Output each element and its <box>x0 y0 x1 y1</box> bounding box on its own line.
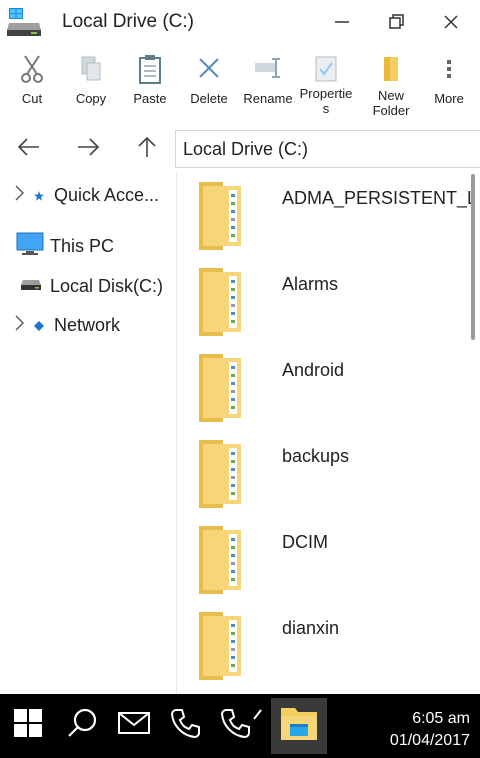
rename-icon <box>251 50 285 88</box>
copy-icon <box>74 50 108 88</box>
sidebar-item-local-disk[interactable]: Local Disk(C:) <box>20 276 163 297</box>
properties-label-line2: s <box>322 101 330 116</box>
network-icon <box>34 315 44 336</box>
list-item[interactable]: ADMA_PERSISTENT_L <box>177 174 480 260</box>
list-item[interactable]: DCIM <box>177 518 480 604</box>
properties-icon <box>309 50 343 88</box>
clock-date: 01/04/2017 <box>389 732 470 749</box>
chevron-right-icon <box>14 184 26 207</box>
rename-label: Rename <box>243 91 293 106</box>
folder-icon <box>195 180 247 252</box>
file-name: dianxin <box>282 618 340 638</box>
close-button[interactable] <box>431 6 471 38</box>
navigation-pane: Quick Acce... This PC Local Disk(C:) Net… <box>0 172 175 694</box>
folder-icon <box>195 438 247 510</box>
sidebar-item-quick-access[interactable]: Quick Acce... <box>14 184 159 207</box>
rename-button[interactable]: Rename <box>239 50 297 126</box>
ribbon-toolbar: Cut Copy Paste Delete Rename Propertie s <box>0 50 480 126</box>
properties-button[interactable]: Propertie s <box>297 50 355 126</box>
sidebar-item-label: Quick Acce... <box>54 185 160 205</box>
more-vertical-icon <box>432 50 466 88</box>
new-folder-label-line2: Folder <box>372 103 410 118</box>
more-label: More <box>434 91 464 106</box>
star-icon <box>34 185 44 206</box>
call-log-button[interactable] <box>216 702 268 748</box>
arrow-right-icon <box>76 137 100 162</box>
properties-label-line1: Propertie <box>299 86 353 101</box>
start-button[interactable] <box>8 702 48 748</box>
file-name: Alarms <box>282 274 339 294</box>
copy-button[interactable]: Copy <box>62 50 120 126</box>
file-list-pane: ADMA_PERSISTENT_L Alarms Android backups… <box>176 172 480 694</box>
address-bar[interactable]: Local Drive (C:) <box>175 130 480 168</box>
chevron-right-icon <box>14 314 26 337</box>
cut-label: Cut <box>21 91 43 106</box>
new-folder-button[interactable]: New Folder <box>362 50 420 126</box>
search-button[interactable] <box>60 702 104 748</box>
folder-icon <box>195 266 247 338</box>
sidebar-item-label: Local Disk(C:) <box>50 276 164 296</box>
phone-icon <box>170 707 202 744</box>
restore-button[interactable] <box>376 6 416 38</box>
vertical-scrollbar[interactable] <box>471 174 475 340</box>
list-item[interactable]: Android <box>177 346 480 432</box>
window-title: Local Drive (C:) <box>62 11 194 32</box>
new-folder-icon <box>374 50 408 88</box>
file-name: Android <box>282 360 345 380</box>
properties-label: Propertie s <box>300 86 353 116</box>
drive-icon <box>20 276 42 297</box>
cut-button[interactable]: Cut <box>3 50 61 126</box>
mail-button[interactable] <box>112 702 156 748</box>
more-button[interactable]: More <box>420 50 478 126</box>
list-item[interactable]: Alarms <box>177 260 480 346</box>
drive-app-icon <box>7 8 41 38</box>
file-name: backups <box>282 446 350 466</box>
title-bar: Local Drive (C:) <box>0 0 480 46</box>
folder-icon <box>195 524 247 596</box>
forward-button[interactable] <box>71 132 105 166</box>
scissors-icon <box>15 50 49 88</box>
phone-outgoing-icon <box>220 707 264 744</box>
windows-logo-icon <box>13 708 43 743</box>
clipboard-icon <box>133 50 167 88</box>
list-item[interactable]: dianxin <box>177 604 480 690</box>
clock-time: 6:05 am <box>412 710 470 727</box>
sidebar-item-network[interactable]: Network <box>14 314 120 337</box>
folder-icon <box>195 352 247 424</box>
file-explorer-taskbar-button[interactable] <box>271 698 327 754</box>
sidebar-item-label: Network <box>54 315 121 335</box>
paste-button[interactable]: Paste <box>121 50 179 126</box>
back-button[interactable] <box>12 132 46 166</box>
delete-button[interactable]: Delete <box>180 50 238 126</box>
up-button[interactable] <box>130 132 164 166</box>
copy-label: Copy <box>75 91 107 106</box>
arrow-left-icon <box>17 137 41 162</box>
minimize-button[interactable] <box>322 6 362 38</box>
phone-button[interactable] <box>166 702 206 748</box>
navigation-row: Local Drive (C:) <box>0 128 480 170</box>
file-explorer-icon <box>277 704 321 749</box>
file-name: ADMA_PERSISTENT_L <box>282 188 472 208</box>
new-folder-label-line1: New <box>377 88 404 103</box>
delete-x-icon <box>192 50 226 88</box>
system-clock[interactable]: 6:05 am 01/04/2017 <box>390 708 470 752</box>
sidebar-item-this-pc[interactable]: This PC <box>16 232 114 261</box>
mail-icon <box>117 710 151 741</box>
paste-label: Paste <box>133 91 167 106</box>
taskbar: 6:05 am 01/04/2017 <box>0 694 480 758</box>
file-name: DCIM <box>282 532 328 552</box>
list-item[interactable]: backups <box>177 432 480 518</box>
sidebar-item-label: This PC <box>50 236 115 256</box>
arrow-up-icon <box>137 135 157 164</box>
new-folder-label: New Folder <box>373 88 410 118</box>
monitor-icon <box>16 232 44 261</box>
folder-icon <box>195 610 247 682</box>
delete-label: Delete <box>190 91 228 106</box>
search-icon <box>66 707 98 744</box>
